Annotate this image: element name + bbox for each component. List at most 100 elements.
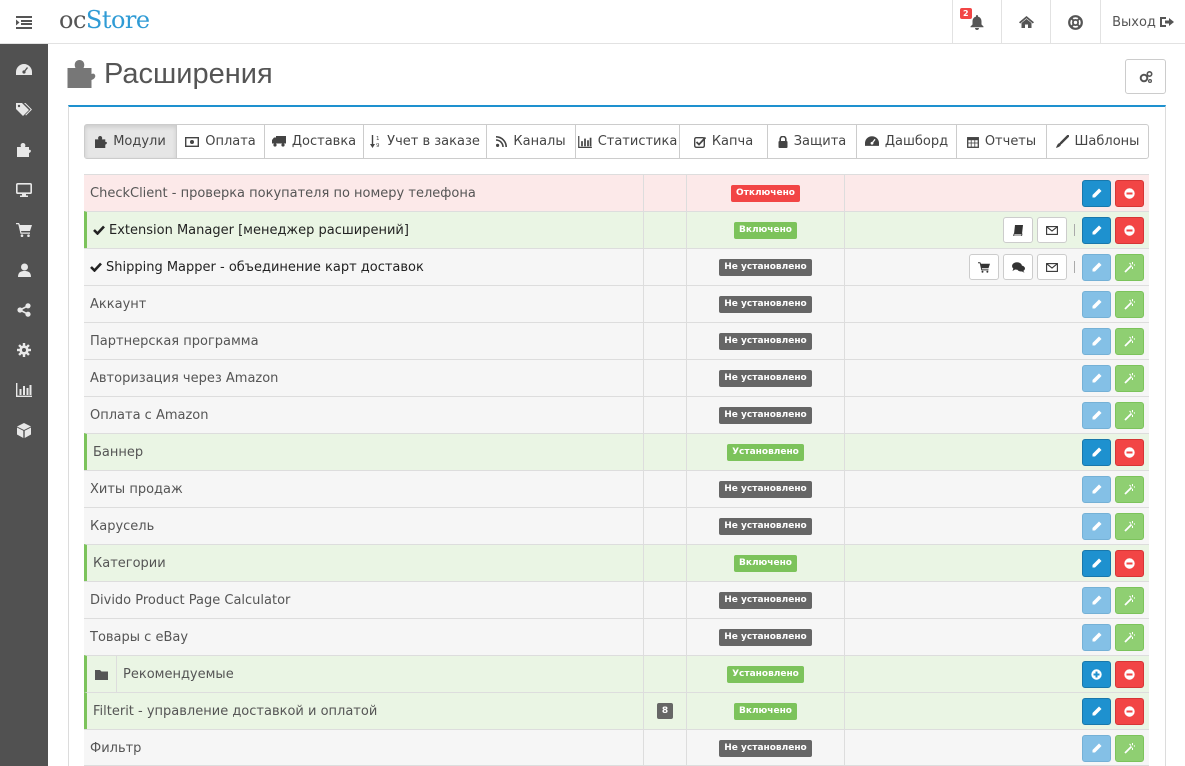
edit-button[interactable] (1082, 364, 1111, 392)
install-button[interactable] (1115, 475, 1144, 503)
uninstall-button[interactable] (1115, 216, 1144, 244)
sidebar-item-sales[interactable] (0, 210, 48, 250)
comments-button[interactable] (1003, 254, 1033, 280)
status-badge: Не установлено (719, 739, 812, 757)
install-button[interactable] (1115, 512, 1144, 540)
truck-icon (271, 136, 286, 147)
tab-9[interactable]: Отчеты (956, 125, 1046, 158)
dashboard-icon (16, 64, 32, 75)
edit-button[interactable] (1082, 549, 1111, 577)
buy-button[interactable] (969, 254, 999, 280)
help-button[interactable] (1050, 0, 1099, 44)
count-cell (644, 397, 687, 433)
sidebar-item-reports[interactable] (0, 370, 48, 410)
extension-name-cell: Товары с eBay (84, 619, 644, 655)
actions-cell (1078, 471, 1149, 507)
install-button[interactable] (1115, 623, 1144, 651)
tab-4[interactable]: Каналы (486, 125, 575, 158)
extension-name: Категории (93, 555, 166, 571)
tab-10[interactable]: Шаблоны (1046, 125, 1148, 158)
magic-wand-icon (1124, 520, 1135, 532)
extension-name: Filterit - управление доставкой и оплато… (93, 703, 378, 719)
magic-wand-icon (1124, 742, 1135, 754)
install-button[interactable] (1115, 253, 1144, 281)
edit-button[interactable] (1082, 697, 1111, 725)
tab-2[interactable]: Доставка (264, 125, 363, 158)
tab-1[interactable]: Оплата (176, 125, 264, 158)
uninstall-button[interactable] (1115, 660, 1144, 688)
edit-button[interactable] (1082, 216, 1111, 244)
magic-wand-icon (1124, 594, 1135, 606)
magic-wand-icon (1124, 335, 1135, 347)
plus-circle-icon (1091, 668, 1102, 680)
logo-oc: oc (59, 6, 86, 34)
edit-button[interactable] (1082, 586, 1111, 614)
install-button[interactable] (1115, 401, 1144, 429)
edit-button[interactable] (1082, 512, 1111, 540)
calendar-icon (966, 136, 979, 148)
logout-button[interactable]: Выход (1100, 0, 1185, 44)
sidebar-item-marketing[interactable] (0, 290, 48, 330)
extension-name: Фильтр (90, 740, 142, 756)
tab-7[interactable]: Защита (767, 125, 856, 158)
install-button[interactable] (1115, 327, 1144, 355)
uninstall-button[interactable] (1115, 179, 1144, 207)
actions-cell (1078, 619, 1149, 655)
documentation-button[interactable] (1003, 217, 1033, 243)
notifications-button[interactable]: 2 (952, 0, 1001, 44)
sidebar-item-extensions[interactable] (0, 130, 48, 170)
add-button[interactable] (1082, 660, 1111, 688)
uninstall-button[interactable] (1115, 438, 1144, 466)
tab-8[interactable]: Дашборд (856, 125, 956, 158)
tab-5[interactable]: Статистика (575, 125, 679, 158)
extension-name-cell: Filterit - управление доставкой и оплато… (87, 693, 644, 729)
folder-toggle[interactable] (87, 656, 117, 692)
contact-button[interactable] (1037, 217, 1067, 243)
sidebar-item-system[interactable] (0, 330, 48, 370)
edit-button[interactable] (1082, 438, 1111, 466)
install-button[interactable] (1115, 734, 1144, 762)
install-button[interactable] (1115, 364, 1144, 392)
tab-0[interactable]: Модули (85, 125, 176, 158)
count-cell (644, 212, 687, 248)
status-cell: Установлено (687, 434, 845, 470)
pencil-icon (1092, 225, 1102, 235)
table-row: Extension Manager [менеджер расширений] В… (84, 211, 1149, 248)
extension-name: CheckClient - проверка покупателя по ном… (90, 185, 476, 201)
sidebar-item-dashboard[interactable] (0, 50, 48, 90)
pencil-icon (1092, 632, 1102, 642)
bell-icon (970, 14, 984, 30)
actions-cell (1078, 434, 1149, 470)
edit-button[interactable] (1082, 623, 1111, 651)
magic-wand-icon (1124, 372, 1135, 384)
settings-button[interactable] (1125, 59, 1166, 94)
edit-button[interactable] (1082, 327, 1111, 355)
sidebar-item-customers[interactable] (0, 250, 48, 290)
edit-button[interactable] (1082, 179, 1111, 207)
uninstall-button[interactable] (1115, 549, 1144, 577)
sidebar-item-design[interactable] (0, 170, 48, 210)
sidebar-item-catalog[interactable] (0, 90, 48, 130)
home-button[interactable] (1001, 0, 1050, 44)
status-badge: Установлено (727, 665, 804, 683)
sidebar-item-modules[interactable] (0, 410, 48, 450)
contact-button[interactable] (1037, 254, 1067, 280)
status-cell: Не установлено (687, 619, 845, 655)
edit-button[interactable] (1082, 475, 1111, 503)
edit-button[interactable] (1082, 253, 1111, 281)
uninstall-button[interactable] (1115, 697, 1144, 725)
install-button[interactable] (1115, 586, 1144, 614)
lock-icon (778, 135, 788, 148)
logo[interactable]: ocStore (59, 6, 150, 34)
tab-6[interactable]: Капча (679, 125, 767, 158)
install-button[interactable] (1115, 290, 1144, 318)
edit-button[interactable] (1082, 734, 1111, 762)
menu-toggle-button[interactable] (0, 0, 48, 44)
edit-button[interactable] (1082, 401, 1111, 429)
edit-button[interactable] (1082, 290, 1111, 318)
actions-cell (1078, 175, 1149, 211)
extension-name-cell: Хиты продаж (84, 471, 644, 507)
extension-name: Аккаунт (90, 296, 147, 312)
extension-name-cell: Extension Manager [менеджер расширений] (87, 212, 644, 248)
tab-3[interactable]: 1 9 Учет в заказе (363, 125, 486, 158)
